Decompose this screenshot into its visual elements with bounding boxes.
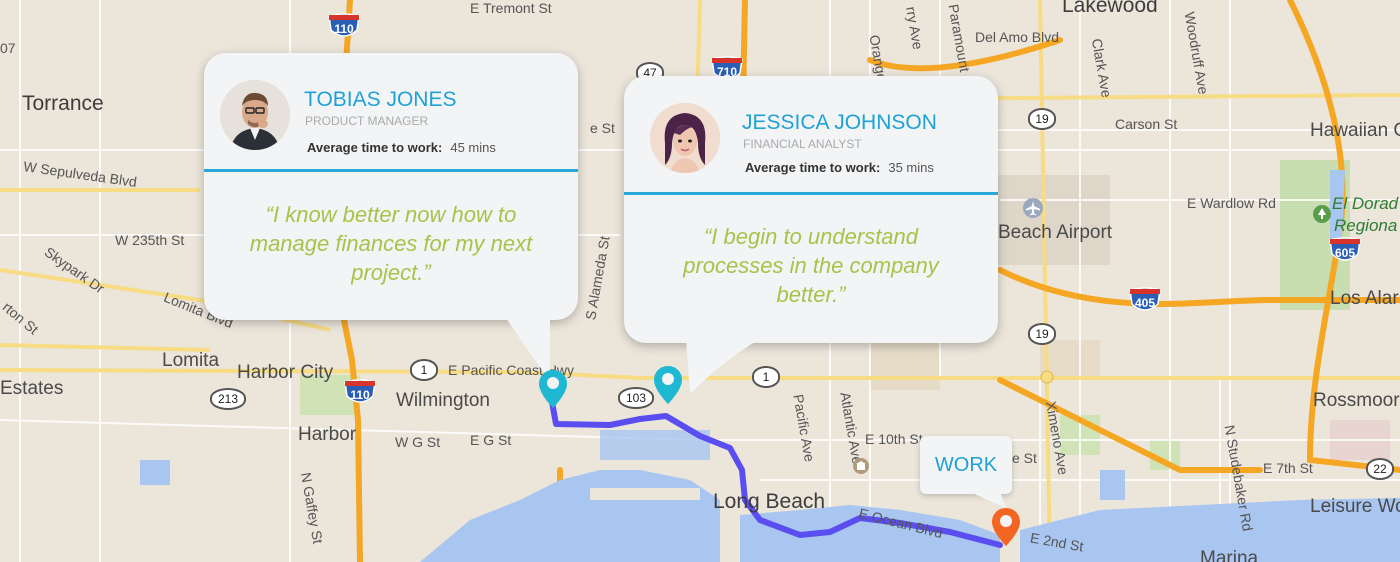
card-pointer [686, 338, 762, 394]
testimonial-quote: “I begin to understand processes in the … [683, 224, 939, 307]
average-time-label: Average time to work: [307, 140, 443, 155]
map-label-el-dorado: El Dorad [1332, 194, 1399, 213]
map-pin-icon[interactable] [653, 365, 683, 410]
work-pin-icon[interactable] [991, 507, 1021, 552]
person-name: JESSICA JOHNSON [742, 111, 937, 134]
map-label-harbor: Harbor [298, 424, 357, 445]
landmark-icon [852, 457, 870, 480]
map-label-rossmoor: Rossmoor [1313, 390, 1400, 411]
card-divider [624, 192, 998, 195]
person-name: TOBIAS JONES [304, 88, 457, 111]
person-role: FINANCIAL ANALYST [743, 137, 862, 151]
interstate-110-shield: 110 [327, 12, 361, 42]
map-label-07: 07 [0, 40, 16, 56]
interstate-605-shield: 605 [1328, 236, 1362, 266]
map-label-lakewood: Lakewood [1062, 0, 1158, 17]
map-label-e-tremont: E Tremont St [470, 0, 552, 16]
map-label-carson: Carson St [1115, 116, 1178, 132]
avatar [220, 80, 290, 150]
map-label-e-10th: E 10th St [865, 431, 923, 447]
map-label-long-beach: Long Beach [713, 490, 826, 513]
route-1-shield-west: 1 [410, 359, 438, 381]
route-103-shield: 103 [618, 387, 654, 409]
airplane-icon [1022, 197, 1044, 224]
map-label-beach-airport: Beach Airport [998, 222, 1113, 243]
tree-icon [1312, 204, 1332, 229]
map-label-harbor-city: Harbor City [237, 362, 334, 383]
interstate-110-shield-south: 110 [343, 378, 377, 408]
map-label-wilmington: Wilmington [396, 390, 490, 411]
map-label-leisure: Leisure Worl [1310, 496, 1400, 517]
map-label-e-st-2: e St [1012, 450, 1037, 466]
map-pin-icon[interactable] [538, 369, 568, 414]
average-time: Average time to work: 45 mins [307, 140, 496, 155]
map-label-wg-st: W G St [395, 434, 441, 450]
map-label-e-wardlow: E Wardlow Rd [1187, 195, 1276, 211]
map-label-estates: Estates [0, 378, 64, 399]
map-label-los-alamitos: Los Alar [1330, 288, 1399, 309]
route-213-shield: 213 [210, 388, 246, 410]
map-label-hawaiian: Hawaiian G [1310, 120, 1400, 141]
map-label-torrance: Torrance [22, 92, 104, 115]
interstate-405-shield: 405 [1128, 286, 1162, 316]
testimonial-card-tobias: TOBIAS JONES PRODUCT MANAGER Average tim… [204, 53, 578, 381]
testimonial-card-jessica: JESSICA JOHNSON FINANCIAL ANALYST Averag… [624, 76, 998, 394]
map-label-marina: Marina [1200, 548, 1259, 562]
map-label-del-amo: Del Amo Blvd [975, 29, 1060, 45]
map-label-regional: Regiona [1334, 216, 1398, 235]
map-label-e-st: e St [590, 120, 615, 136]
map-label-e-7th: E 7th St [1263, 460, 1313, 476]
testimonial-quote: “I know better now how to manage finance… [249, 202, 533, 285]
route-22-shield: 22 [1366, 458, 1394, 480]
map-label-w-235th: W 235th St [115, 232, 185, 248]
map-view[interactable]: Torrance 07 W Sepulveda Blvd W 235th St … [0, 0, 1400, 562]
avatar [650, 103, 720, 173]
average-time-label: Average time to work: [745, 160, 881, 175]
average-time: Average time to work: 35 mins [745, 160, 934, 175]
route-19-shield-south: 19 [1028, 323, 1056, 345]
average-time-value: 35 mins [888, 160, 934, 175]
average-time-value: 45 mins [450, 140, 496, 155]
route-19-shield-north: 19 [1028, 108, 1056, 130]
work-label-box: WORK [920, 436, 1012, 494]
map-label-eg-st: E G St [470, 432, 512, 448]
map-label-lomita: Lomita [162, 350, 220, 371]
interchange-icon [1040, 370, 1054, 389]
person-role: PRODUCT MANAGER [305, 114, 429, 128]
card-divider [204, 169, 578, 172]
